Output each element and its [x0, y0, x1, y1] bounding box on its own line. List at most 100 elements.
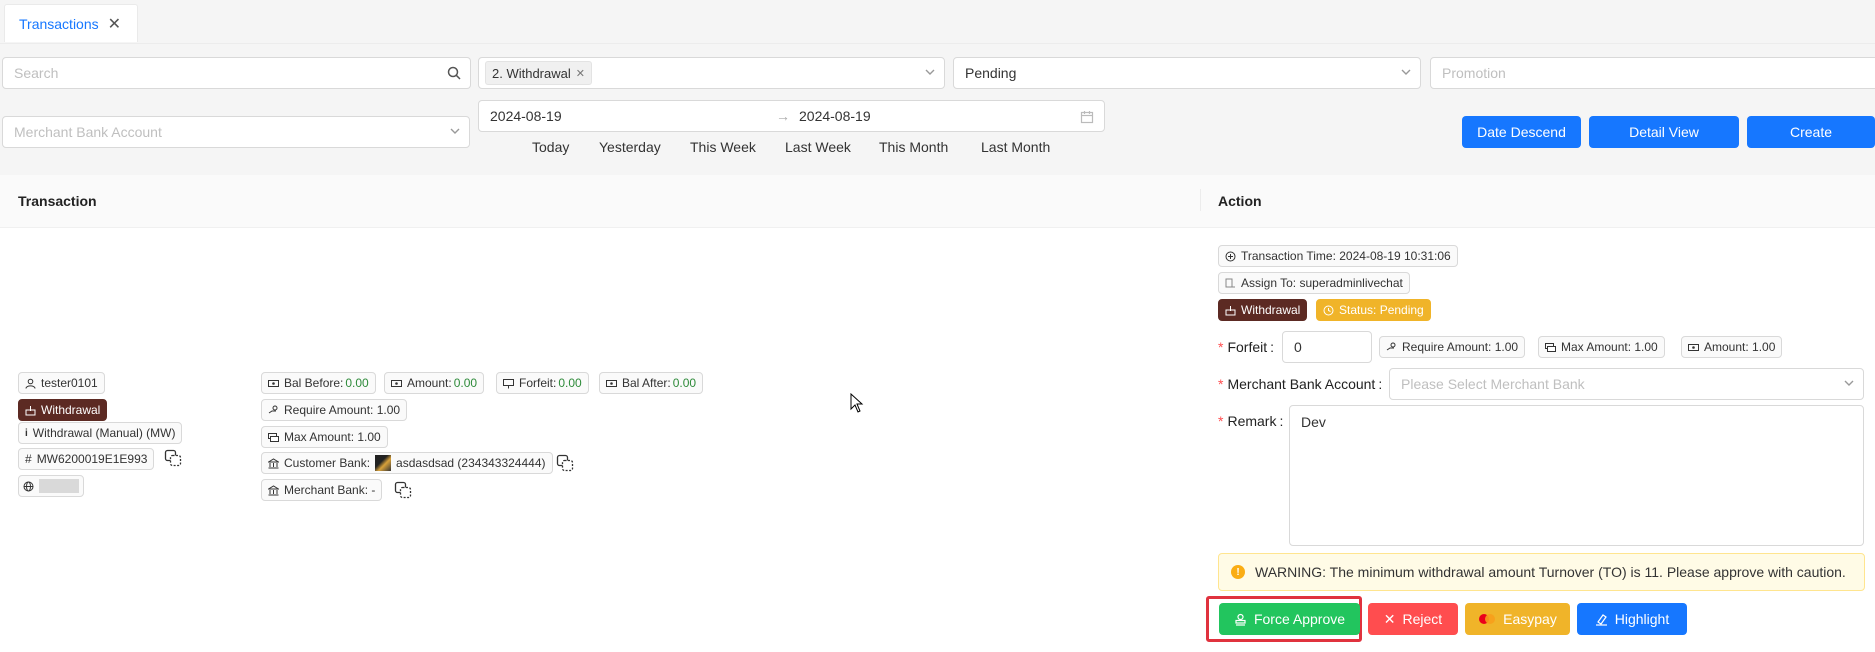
remark-colon: :	[1279, 413, 1284, 429]
bal-after-value: 0.00	[672, 376, 697, 390]
assign-icon	[1225, 278, 1235, 287]
cash-icon	[1688, 343, 1699, 351]
mouse-cursor-icon	[850, 393, 864, 413]
chevron-down-icon	[1843, 376, 1854, 386]
tab-label: Transactions	[19, 15, 99, 32]
action-withdrawal-label: Withdrawal	[1241, 303, 1301, 317]
copy-icon[interactable]	[394, 481, 412, 499]
merchant-bank-field-text: Merchant Bank Account	[1227, 376, 1376, 392]
merchant-bank-field-label: * Merchant Bank Account:	[1218, 376, 1383, 392]
money-stack-icon	[268, 432, 279, 442]
transaction-time: Transaction Time: 2024-08-19 10:31:06	[1241, 249, 1451, 263]
user-chip: tester0101	[18, 372, 105, 394]
withdrawal-type-tag: Withdrawal	[18, 399, 108, 421]
merchant-bank-placeholder: Merchant Bank Account	[14, 124, 162, 140]
highlight-button[interactable]: Highlight	[1577, 603, 1687, 635]
search-icon	[447, 66, 461, 80]
copy-icon[interactable]	[164, 449, 182, 467]
warning-alert: ! WARNING: The minimum withdrawal amount…	[1218, 553, 1865, 591]
reject-button[interactable]: ✕ Reject	[1368, 603, 1458, 635]
hand-coin-icon	[268, 405, 278, 413]
search-placeholder: Search	[14, 65, 59, 81]
bank-icon	[268, 484, 279, 495]
bal-after-chip: Bal After: 0.00	[599, 372, 704, 394]
status-select[interactable]: Pending	[953, 57, 1421, 89]
hash-icon: #	[25, 452, 32, 466]
quick-range-this-week[interactable]: This Week	[690, 139, 756, 155]
create-button[interactable]: Create	[1747, 116, 1875, 148]
redacted-ip	[39, 479, 79, 493]
search-button[interactable]	[438, 57, 471, 89]
bal-before-chip: Bal Before: 0.00	[261, 372, 376, 394]
highlighter-icon	[1595, 613, 1607, 626]
merchant-bank-select-placeholder: Please Select Merchant Bank	[1401, 376, 1585, 392]
reference-chip: # MW6200019E1E993	[18, 448, 155, 470]
method-label: Withdrawal (Manual) (MW)	[32, 426, 176, 440]
detail-view-button[interactable]: Detail View	[1589, 116, 1739, 148]
date-separator: →	[776, 108, 790, 124]
date-to[interactable]: 2024-08-19	[799, 108, 871, 124]
quick-range-yesterday[interactable]: Yesterday	[599, 139, 661, 155]
close-icon: ✕	[1383, 610, 1396, 627]
close-icon[interactable]: ✕	[108, 14, 121, 34]
stamp-icon	[1235, 613, 1246, 626]
action-amount-chip: Amount: 1.00	[1681, 336, 1783, 358]
forfeit-colon: :	[1270, 339, 1275, 355]
amount-chip: Amount: 0.00	[384, 372, 485, 394]
clock-plus-icon	[1225, 251, 1236, 261]
max-amount-label: Max Amount: 1.00	[284, 430, 381, 444]
chevron-down-icon	[1400, 65, 1411, 75]
type-filter-tag: 2. Withdrawal ✕	[485, 61, 592, 85]
copy-icon[interactable]	[556, 454, 574, 472]
forfeit-input-value: 0	[1294, 339, 1302, 355]
max-amount-chip: Max Amount: 1.00	[261, 426, 388, 448]
date-range-picker[interactable]: 2024-08-19 → 2024-08-19	[478, 100, 1105, 132]
bank-icon	[268, 457, 279, 468]
column-header-transaction: Transaction	[18, 193, 97, 209]
promotion-placeholder: Promotion	[1442, 65, 1506, 81]
remark-field-label: * Remark:	[1218, 413, 1284, 429]
forfeit-input[interactable]: 0	[1282, 331, 1372, 363]
merchant-bank-label: Merchant Bank: -	[284, 483, 376, 497]
forfeit-label: Forfeit:	[519, 376, 557, 390]
quick-range-last-month[interactable]: Last Month	[981, 139, 1050, 155]
merchant-bank-select[interactable]: Please Select Merchant Bank	[1389, 368, 1864, 400]
merchant-bank-account-select[interactable]: Merchant Bank Account	[2, 116, 470, 148]
action-withdrawal-tag: Withdrawal	[1218, 299, 1308, 321]
withdrawal-type-label: Withdrawal	[41, 403, 101, 417]
bal-after-label: Bal After:	[622, 376, 671, 390]
date-descend-button[interactable]: Date Descend	[1462, 116, 1581, 148]
promotion-select[interactable]: Promotion	[1430, 57, 1875, 89]
quick-range-last-week[interactable]: Last Week	[785, 139, 851, 155]
forfeit-value: 0.00	[558, 376, 582, 390]
bank-logo	[375, 455, 392, 471]
transaction-type-select[interactable]: 2. Withdrawal ✕	[478, 57, 945, 89]
easypay-button[interactable]: Easypay	[1465, 603, 1570, 635]
user-name: tester0101	[41, 376, 98, 390]
info-icon: i	[25, 427, 28, 439]
status-value: Pending	[965, 65, 1017, 81]
date-from[interactable]: 2024-08-19	[490, 108, 562, 124]
quick-range-this-month[interactable]: This Month	[879, 139, 948, 155]
customer-bank-chip: Customer Bank: asdasdsad (234343324444)	[261, 452, 553, 474]
transaction-time-chip: Transaction Time: 2024-08-19 10:31:06	[1218, 245, 1458, 267]
mastercard-icon	[1479, 614, 1496, 624]
amount-value: 0.00	[453, 376, 478, 390]
user-icon	[25, 378, 36, 389]
action-amount: Amount: 1.00	[1704, 340, 1776, 354]
money-stack-icon	[1545, 342, 1556, 352]
type-filter-tag-label: 2. Withdrawal	[492, 65, 571, 81]
tab-transactions[interactable]: Transactions ✕	[4, 4, 138, 42]
search-input[interactable]: Search	[2, 57, 439, 89]
warning-icon: !	[1231, 565, 1245, 579]
column-divider	[1200, 189, 1201, 211]
remove-tag-icon[interactable]: ✕	[576, 67, 585, 80]
force-approve-button[interactable]: Force Approve	[1219, 603, 1360, 635]
forfeit-field-text: Forfeit	[1227, 339, 1268, 355]
remark-textarea[interactable]: Dev	[1289, 405, 1864, 546]
assign-to: Assign To: superadminlivechat	[1241, 276, 1403, 290]
quick-range-today[interactable]: Today	[532, 139, 569, 155]
action-require-amount-chip: Require Amount: 1.00	[1379, 336, 1526, 358]
cash-icon	[268, 379, 279, 387]
pending-icon	[1323, 305, 1334, 315]
